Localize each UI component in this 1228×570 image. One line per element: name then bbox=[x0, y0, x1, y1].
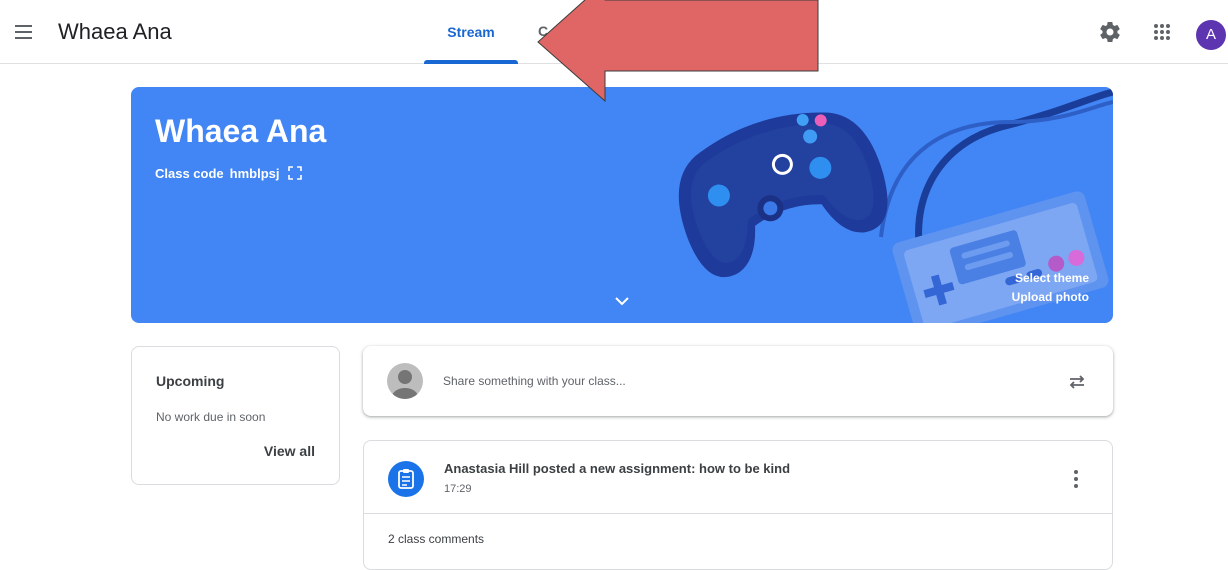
select-theme-link[interactable]: Select theme bbox=[1015, 271, 1089, 285]
class-comments-link[interactable]: 2 class comments bbox=[388, 532, 484, 546]
assignment-icon bbox=[388, 461, 424, 497]
view-all-button[interactable]: View all bbox=[264, 443, 315, 459]
menu-icon[interactable] bbox=[12, 20, 36, 44]
repost-icon[interactable] bbox=[1065, 370, 1089, 394]
tab-classwork[interactable]: C bbox=[538, 23, 548, 39]
tab-stream-label: Stream bbox=[447, 24, 495, 40]
class-title[interactable]: Whaea Ana bbox=[58, 19, 172, 45]
account-avatar[interactable]: A bbox=[1196, 20, 1226, 50]
stream-post[interactable]: Anastasia Hill posted a new assignment: … bbox=[363, 440, 1113, 570]
share-prompt: Share something with your class... bbox=[443, 374, 626, 388]
apps-grid-icon[interactable] bbox=[1150, 20, 1174, 44]
more-vert-icon[interactable] bbox=[1064, 467, 1088, 491]
class-code: Class code hmblpsj bbox=[155, 166, 302, 183]
banner-title: Whaea Ana bbox=[155, 113, 327, 149]
class-code-label: Class code bbox=[155, 166, 224, 181]
gear-icon[interactable] bbox=[1098, 20, 1122, 44]
post-divider bbox=[364, 513, 1112, 514]
upload-photo-link[interactable]: Upload photo bbox=[1012, 290, 1089, 304]
upcoming-card: Upcoming No work due in soon View all bbox=[131, 346, 340, 485]
top-app-bar: Whaea Ana Stream C A bbox=[0, 0, 1228, 64]
post-time: 17:29 bbox=[444, 483, 472, 495]
upcoming-empty-text: No work due in soon bbox=[156, 410, 266, 424]
tab-active-indicator bbox=[424, 60, 518, 64]
upcoming-title: Upcoming bbox=[156, 373, 225, 389]
chevron-down-icon[interactable] bbox=[612, 291, 632, 311]
fullscreen-icon[interactable] bbox=[288, 166, 302, 183]
post-title[interactable]: Anastasia Hill posted a new assignment: … bbox=[444, 461, 790, 476]
tab-stream[interactable]: Stream bbox=[424, 0, 518, 64]
share-box[interactable]: Share something with your class... bbox=[363, 346, 1113, 416]
class-banner: Whaea Ana Class code hmblpsj Select theme… bbox=[131, 87, 1113, 323]
user-avatar-icon bbox=[387, 363, 423, 399]
class-code-value: hmblpsj bbox=[229, 166, 280, 181]
